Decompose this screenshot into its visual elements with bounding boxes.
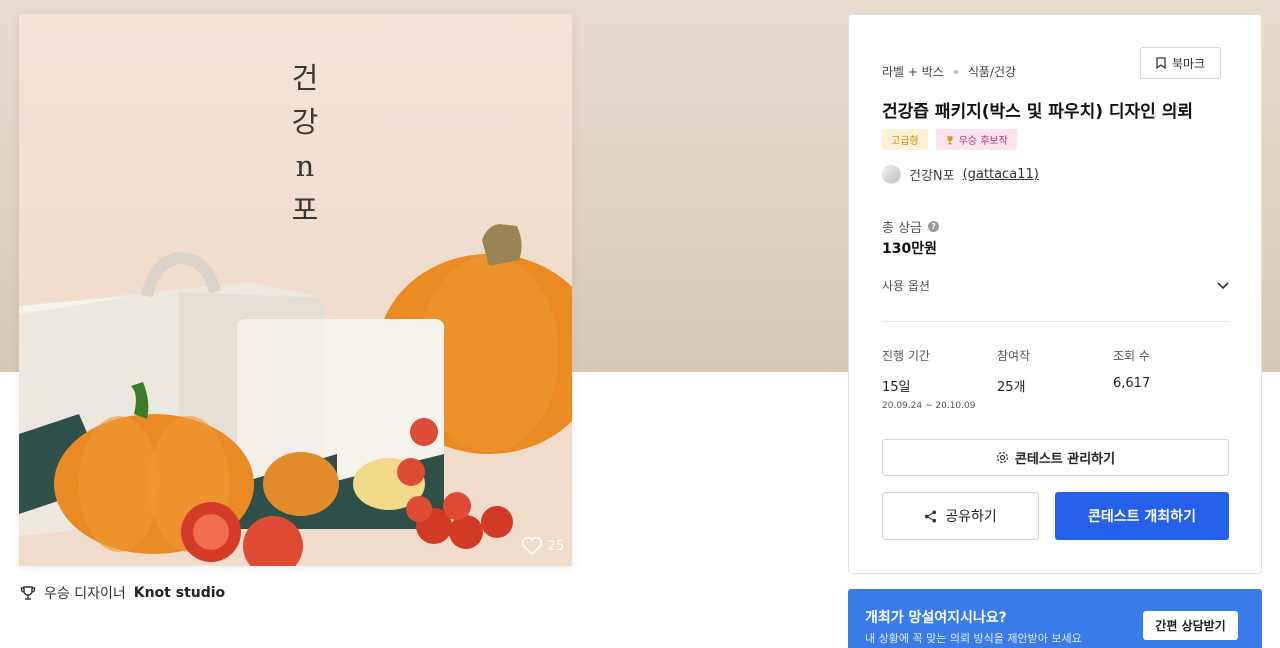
prize-value: 130만원 [882,241,937,257]
category-separator [953,69,958,74]
like-count: 25 [547,538,564,554]
stat-views: 조회 수 6,617 [1113,347,1150,391]
prize-label-row: 총 상금 ? [882,217,940,236]
contest-title: 건강즙 패키지(박스 및 파우치) 디자인 의뢰 [882,102,1194,122]
contest-info-panel: 라벨 + 박스 식품/건강 북마크 건강즙 패키지(박스 및 파우치) 디자인 … [848,14,1262,574]
bookmark-icon [1156,57,1166,69]
consult-banner: 개최가 망설여지시나요? 내 상황에 꼭 맞는 의뢰 방식을 제안받아 보세요 … [848,589,1262,648]
candidate-badge: 우승 후보작 [935,129,1017,150]
bookmark-label: 북마크 [1171,56,1206,71]
heart-icon [522,536,543,556]
trophy-icon [20,586,36,600]
brand-logo-text: 건 강 n 포 [291,61,319,227]
options-label: 사용 옵션 [882,279,930,293]
host-id-link[interactable]: (gattaca11) [963,167,1039,182]
like-button[interactable]: 25 [521,536,564,556]
premium-badge: 고급형 [882,129,928,150]
consult-subtext: 내 상황에 꼭 맞는 의뢰 방식을 제안받아 보세요 [865,632,1082,645]
bookmark-button[interactable]: 북마크 [1140,47,1221,79]
manage-contest-label: 콘테스트 관리하기 [1014,452,1116,467]
options-dropdown[interactable]: 사용 옵션 [882,277,1229,294]
divider [882,321,1229,322]
share-icon [925,509,937,523]
host-contest-button[interactable]: 콘테스트 개최하기 [1055,492,1229,540]
host-info: 건강N포 (gattaca11) [882,165,1039,184]
stat-period-label: 진행 기간 [882,349,930,363]
winner-designer: 우승 디자이너 Knot studio [20,583,225,603]
stat-views-value: 6,617 [1113,376,1151,391]
stat-period: 진행 기간 15일 20.09.24 ~ 20.10.09 [882,347,975,411]
gear-icon [996,452,1008,463]
manage-contest-button[interactable]: 콘테스트 관리하기 [882,439,1229,476]
category-secondary[interactable]: 식품/건강 [968,63,1016,80]
stat-period-range: 20.09.24 ~ 20.10.09 [882,401,976,411]
category-primary[interactable]: 라벨 + 박스 [882,63,944,80]
share-button[interactable]: 공유하기 [882,492,1039,540]
stat-period-value: 15일 [882,380,911,395]
consult-button[interactable]: 간편 상담받기 [1143,611,1238,640]
prize-label: 총 상금 [882,221,923,236]
consult-heading: 개최가 망설여지시나요? [865,610,1007,626]
avatar[interactable] [882,165,901,184]
winner-name[interactable]: Knot studio [134,585,225,601]
candidate-badge-label: 우승 후보작 [958,136,1008,147]
share-label: 공유하기 [945,509,997,525]
winner-label: 우승 디자이너 [44,586,126,602]
stat-views-label: 조회 수 [1113,349,1150,363]
host-name: 건강N포 [909,169,955,184]
chevron-down-icon [1217,281,1229,289]
help-icon[interactable]: ? [928,221,940,232]
category-breadcrumb: 라벨 + 박스 식품/건강 [882,63,1016,80]
badge-row: 고급형 우승 후보작 [882,129,1017,150]
stat-entries: 참여작 25개 [997,347,1030,395]
trophy-icon [947,135,953,144]
stat-entries-label: 참여작 [997,349,1031,363]
product-image[interactable]: 건 강 n 포 25 [19,14,572,566]
stat-entries-value: 25개 [997,380,1026,395]
